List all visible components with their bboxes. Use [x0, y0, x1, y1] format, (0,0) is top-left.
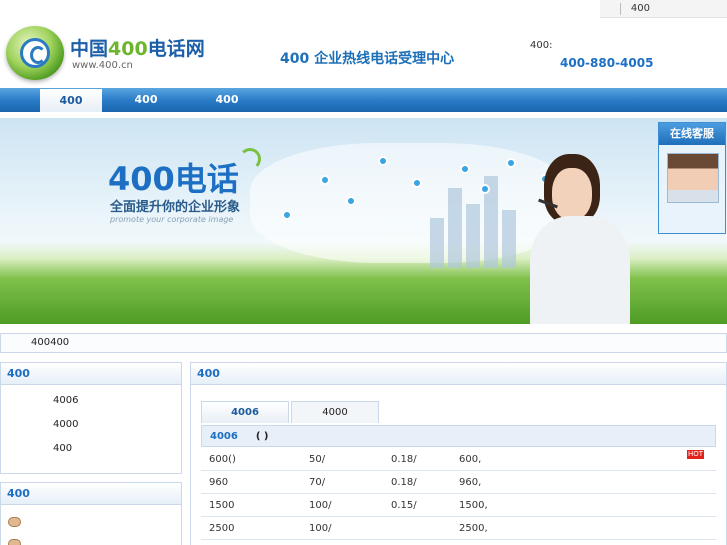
plan-fee: 50/ [309, 454, 326, 465]
operator-photo [530, 154, 630, 324]
plan-desc: 1500, [459, 500, 488, 511]
phone-node-icon [320, 175, 330, 185]
city-building [430, 218, 444, 268]
plans-table-header: 4006 ( ) [201, 425, 716, 447]
main-nav: 400 400 400 [0, 88, 727, 112]
city-building [466, 204, 480, 268]
plan-rate: 0.18/ [391, 477, 417, 488]
plan-desc: 960, [459, 477, 482, 488]
nav-item-3[interactable]: 400 [196, 88, 258, 112]
tab-4000[interactable]: 4000 [291, 401, 379, 423]
phone-node-icon [506, 158, 516, 168]
logo-suffix: 电话网 [147, 38, 205, 60]
phone-node-icon [412, 178, 422, 188]
plan-rate: 0.18/ [391, 454, 417, 465]
plan-fee: 100/ [309, 523, 332, 534]
hotline-number: 400-880-4005 [560, 56, 654, 70]
plans-table-header-paren: ( ) [255, 431, 269, 442]
number-plans-panel: 400 4006 4000 4006 ( ) 600() 50/ 0.18/ 60… [190, 362, 727, 545]
hero-banner: 400电话 全面提升你的企业形象 promote your corporate … [0, 118, 727, 324]
table-row: 960 70/ 0.18/ 960, [201, 471, 716, 494]
plan-fee: 100/ [309, 500, 332, 511]
left-panel-2-title: 400 [1, 483, 181, 505]
banner-subtitle: 全面提升你的企业形象 [110, 200, 241, 215]
online-service-title: 在线客服 [659, 123, 725, 145]
online-service-widget[interactable]: 在线客服 [658, 122, 726, 234]
main-panel-title: 400 [191, 363, 726, 385]
plan-num: 960 [209, 477, 229, 488]
plan-desc: 600, [459, 454, 482, 465]
city-building [448, 188, 462, 268]
table-row: 1500 100/ 0.15/ 1500, [201, 494, 716, 517]
logo-prefix: 中国 [70, 38, 109, 60]
pointing-hand-icon [8, 517, 21, 527]
phone-node-icon [346, 196, 356, 206]
top-links: 400 [599, 0, 727, 18]
pointing-hand-icon [8, 539, 21, 545]
nav-item-1[interactable]: 400 [40, 89, 102, 112]
hot-badge: HOT [687, 450, 705, 459]
header-slogan: 400 企业热线电话受理中心 [280, 51, 455, 67]
banner-headline-number: 400 [108, 160, 175, 198]
banner-english-tagline: promote your corporate image [110, 215, 234, 224]
phone-node-icon [378, 156, 388, 166]
hotline-label: 400: [530, 40, 553, 51]
tab-4006[interactable]: 4006 [201, 401, 289, 423]
plan-fee: 70/ [309, 477, 326, 488]
plan-num: 2500 [209, 523, 235, 534]
logo-url: www.400.cn [72, 60, 133, 71]
banner-headline: 400电话 [108, 148, 261, 200]
phone-node-icon [282, 210, 292, 220]
nav-item-2[interactable]: 400 [115, 88, 177, 112]
city-building [502, 210, 516, 268]
plan-num: 1500 [209, 500, 235, 511]
world-map-graphic [250, 143, 570, 263]
top-link-2[interactable]: 400 [619, 2, 660, 15]
plan-num: 600() [209, 454, 236, 465]
left-panel-news: 400 [0, 482, 182, 545]
site-logo-title[interactable]: 中国400电话网 [70, 34, 205, 61]
phone-node-icon [480, 184, 490, 194]
plan-rate: 0.15/ [391, 500, 417, 511]
table-row: 2500 100/ 2500, [201, 517, 716, 540]
left-panel-1-link[interactable]: 4006 [53, 395, 78, 406]
notice-marquee: 400400 [0, 333, 727, 353]
logo-badge-icon[interactable] [6, 26, 64, 80]
phone-node-icon [460, 164, 470, 174]
signal-icon [238, 148, 261, 170]
left-panel-1-title: 400 [1, 363, 181, 385]
plan-desc: 2500, [459, 523, 488, 534]
site-header: 中国400电话网 www.400.cn 400 企业热线电话受理中心 400: … [0, 18, 727, 88]
plans-table-header-label: 4006 [210, 431, 238, 442]
left-panel-categories: 400 4006 4000 400 [0, 362, 182, 474]
left-panel-1-link[interactable]: 400 [53, 443, 72, 454]
logo-number: 400 [108, 38, 148, 60]
left-panel-1-link[interactable]: 4000 [53, 419, 78, 430]
banner-headline-text: 电话 [174, 160, 239, 198]
service-agent-avatar[interactable] [667, 153, 719, 203]
table-row: 600() 50/ 0.18/ 600, HOT [201, 448, 716, 471]
